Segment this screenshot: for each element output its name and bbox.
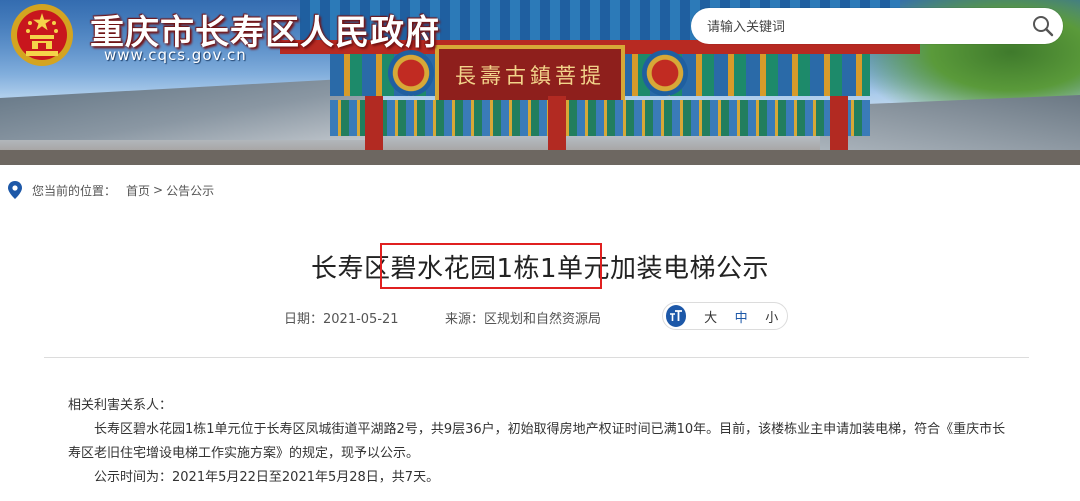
article-source: 来源：区规划和自然资源局 xyxy=(445,308,601,327)
gate-brackets xyxy=(330,100,870,136)
breadcrumb-announcements-link[interactable]: 公告公示 xyxy=(166,182,214,199)
search-icon[interactable] xyxy=(1031,14,1055,38)
header-banner: 長壽古鎮菩提 重庆市长寿区人民政府 www.cqcs.gov.cn xyxy=(0,0,1080,165)
banner-ground xyxy=(0,150,1080,165)
font-size-large-button[interactable]: 大 xyxy=(695,307,726,326)
breadcrumb: 您当前的位置： 首页 > 公告公示 xyxy=(8,180,214,200)
font-size-small-button[interactable]: 小 xyxy=(756,307,787,326)
article-body: 相关利害关系人： 长寿区碧水花园1栋1单元位于长寿区凤城街道平湖路2号，共9层3… xyxy=(68,394,1008,490)
body-paragraph: 长寿区碧水花园1栋1单元位于长寿区凤城街道平湖路2号，共9层36户，初始取得房地… xyxy=(68,422,1006,461)
date-value: 2021-05-21 xyxy=(323,312,399,327)
article-date: 日期：2021-05-21 xyxy=(284,308,399,327)
search-input[interactable] xyxy=(705,8,1009,46)
national-emblem-icon[interactable] xyxy=(8,1,76,69)
font-size-icon xyxy=(666,305,687,327)
breadcrumb-prefix: 您当前的位置： xyxy=(32,183,117,198)
body-paragraph-salutation: 相关利害关系人： xyxy=(68,398,173,413)
highlight-annotation xyxy=(380,243,602,289)
gate-medallion-right xyxy=(642,50,688,96)
breadcrumb-separator: > xyxy=(153,183,164,197)
site-url: www.cqcs.gov.cn xyxy=(104,46,247,64)
font-size-switch: 大 中 小 xyxy=(662,302,788,330)
gate-medallion-left xyxy=(388,50,434,96)
location-pin-icon xyxy=(8,181,22,199)
source-label: 来源： xyxy=(445,312,485,327)
gate-plaque: 長壽古鎮菩提 xyxy=(435,45,625,105)
search-box xyxy=(691,8,1063,46)
breadcrumb-home-link[interactable]: 首页 xyxy=(126,182,150,199)
header-divider xyxy=(44,357,1029,358)
source-value: 区规划和自然资源局 xyxy=(484,312,602,327)
date-label: 日期： xyxy=(284,312,324,327)
text-size-glyph-icon xyxy=(670,310,683,321)
font-size-medium-button[interactable]: 中 xyxy=(726,307,757,326)
body-paragraph: 公示时间为：2021年5月22日至2021年5月28日，共7天。 xyxy=(94,470,440,485)
